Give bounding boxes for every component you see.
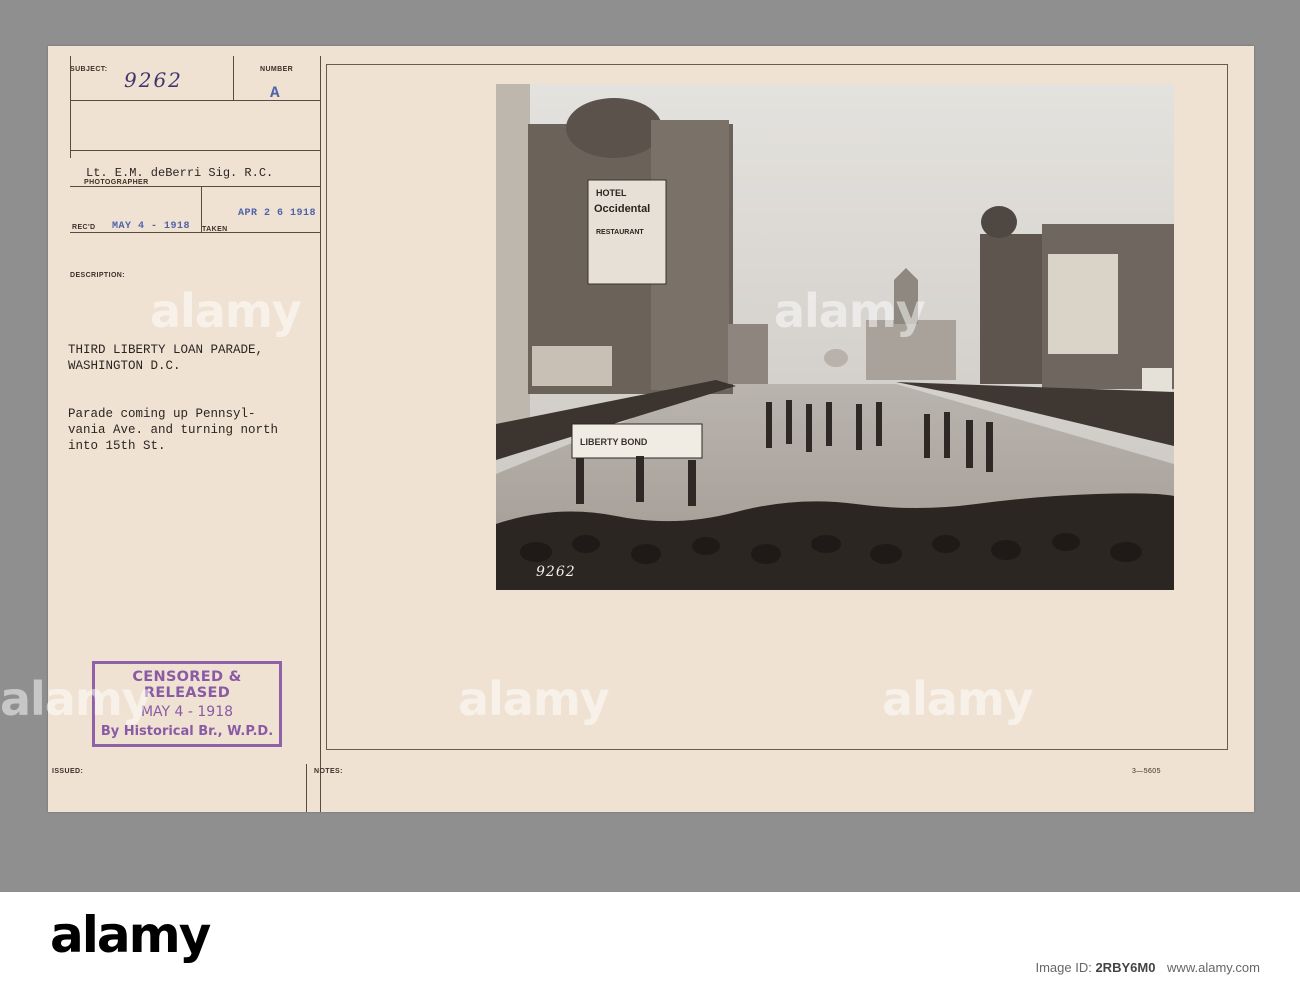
recd-date: MAY 4 - 1918 (112, 221, 191, 232)
description-body: Parade coming up Pennsyl- vania Ave. and… (68, 407, 279, 453)
issued-label: ISSUED: (52, 768, 84, 775)
hotel-sign-restaurant: RESTAURANT (596, 229, 644, 236)
number-value: A (270, 84, 281, 102)
form-code: 3—5605 (1132, 768, 1161, 775)
subject-value: 9262 (124, 68, 183, 92)
hotel-sign-text: HOTEL (596, 188, 627, 198)
description-title: THIRD LIBERTY LOAN PARADE, WASHINGTON D.… (68, 343, 264, 373)
notes-label: NOTES: (314, 768, 343, 775)
scan-background: SUBJECT: 9262 NUMBER A Lt. E.M. deBerri … (0, 0, 1300, 892)
description-label: DESCRIPTION: (70, 272, 125, 279)
stamp-line-3: By Historical Br., W.P.D. (100, 724, 274, 739)
image-id-label: Image ID: (1035, 960, 1092, 975)
photographer-name: Lt. E.M. deBerri Sig. R.C. (86, 166, 274, 180)
watermark: alamy (0, 672, 152, 726)
subject-label: SUBJECT: (70, 66, 108, 73)
watermark: alamy (774, 284, 926, 338)
card-rule (70, 232, 320, 233)
alamy-logo: alamy (50, 906, 211, 964)
taken-label: TAKEN (202, 226, 228, 233)
banner-text: LIBERTY BOND (580, 437, 648, 447)
taken-date: APR 2 6 1918 (238, 208, 317, 219)
card-rule (306, 764, 307, 812)
hotel-sign-name: Occidental (594, 203, 650, 215)
card-rule (70, 186, 320, 187)
watermark: alamy (882, 672, 1034, 726)
card-rule (70, 100, 320, 101)
site-url: www.alamy.com (1167, 960, 1260, 975)
card-rule (320, 56, 321, 812)
watermark: alamy (458, 672, 610, 726)
recd-label: REC'D (72, 224, 96, 231)
negative-number: 9262 (536, 564, 576, 580)
photographer-label: PHOTOGRAPHER (84, 179, 149, 186)
image-id-value: 2RBY6M0 (1095, 960, 1156, 975)
footer-image-id: Image ID: 2RBY6M0 www.alamy.com (1035, 960, 1260, 975)
number-label: NUMBER (260, 66, 294, 73)
watermark: alamy (150, 284, 302, 338)
card-rule (233, 56, 234, 100)
card-rule (70, 150, 320, 151)
